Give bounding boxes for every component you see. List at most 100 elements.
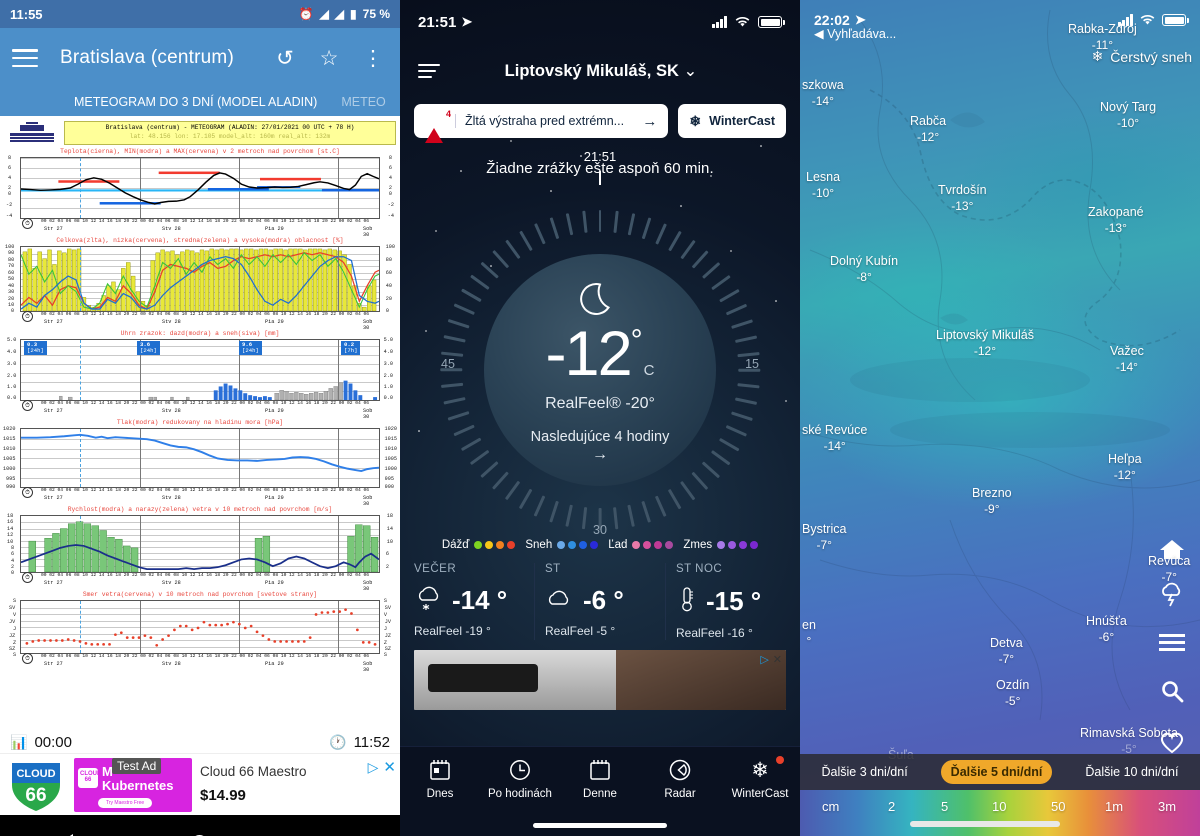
tab-hourly[interactable]: Po hodinách [480, 757, 560, 800]
tab-meteogram-next[interactable]: METEO [329, 95, 397, 109]
map-label-helpa[interactable]: Heľpa -12° [1108, 452, 1142, 483]
tab-daily[interactable]: Denne [560, 757, 640, 800]
city-temp: -7° [1161, 569, 1177, 584]
storm-icon[interactable] [1159, 581, 1185, 612]
map-label-hnusta[interactable]: Hnúšťa -6° [1086, 614, 1127, 645]
hamburger-icon[interactable] [12, 49, 38, 67]
meteogram-chart-area[interactable]: Bratislava (centrum) - METEOGRAM (ALADIN… [0, 116, 400, 732]
chart-wind-direction: Smer vetra(cervena) v 10 metroch nad pov… [2, 590, 398, 674]
precip-badge-1: 3.6 [24h] [137, 341, 160, 356]
ad-banner[interactable]: ▷ ✕ [414, 650, 786, 710]
current-conditions-dial[interactable]: 21:51 45 15 30 -12°C RealFeel® -20° Nasl… [435, 149, 765, 537]
more-vertical-icon[interactable]: ⋮ [358, 48, 388, 69]
status-icons: ⏰ ◢ ◢ ▮ 75 % [299, 7, 390, 21]
star-icon[interactable]: ☆ [314, 48, 344, 69]
legend-rain: Dážď [442, 539, 516, 551]
back-to-search-link[interactable]: ◀ Vyhľadáva... [814, 26, 896, 41]
refresh-icon[interactable]: ↺ [270, 48, 300, 69]
temperature-unit: C [643, 362, 655, 379]
map-label-ruzomberok-revuce[interactable]: ské Revúce -14° [802, 423, 867, 454]
range-10-days[interactable]: Ďalšie 10 dni/dní [1075, 760, 1188, 784]
map-label-zvolen[interactable]: en ° [802, 618, 816, 649]
fresh-snow-layer-label[interactable]: ❄ Čerstvý sneh [1092, 48, 1192, 65]
map-label-brezno[interactable]: Brezno -9° [972, 486, 1012, 517]
chart-precipitation-title: Uhrn zrazok: dazd(modra) a sneh(siva) [m… [120, 330, 280, 338]
city-name: Rabča [910, 114, 947, 128]
chart-temperature: Teplota(cierna), MIN(modra) a MAX(cerven… [2, 147, 398, 238]
ad-banner[interactable]: CLOUD 66 CLOUD 66 M Kubernetes Try Maestr… [0, 753, 400, 815]
map-label-novy-targ[interactable]: Nový Targ -10° [1100, 100, 1156, 131]
tab-radar[interactable]: Radar [640, 757, 720, 800]
chart-pressure-title: Tlak(modra) redukovany na hladinu mora [… [116, 419, 284, 427]
screenshot-root: 11:55 ⏰ ◢ ◢ ▮ 75 % Bratislava (centrum) … [0, 0, 1200, 836]
day-label-3f: Sob 30 [363, 661, 373, 674]
meteogram-title-line2: lat: 48.156 lon: 17.105 model_alt: 160m … [129, 133, 331, 140]
tab-meteogram-3d[interactable]: METEOGRAM DO 3 DNÍ (MODEL ALADIN) [62, 95, 329, 109]
snowflake-icon: ❄ [1091, 48, 1104, 64]
city-name: ské Revúce [802, 423, 868, 437]
map-label-ozdin[interactable]: Ozdín -5° [996, 678, 1029, 709]
app-bar: Bratislava (centrum) ↺ ☆ ⋮ [0, 28, 400, 88]
chevron-down-icon: ⌄ [683, 62, 698, 80]
scale-stop-3: 50 [1051, 799, 1066, 814]
tab-today[interactable]: Dnes [400, 757, 480, 800]
location-selector[interactable]: Liptovský Mikuláš, SK ⌄ [420, 61, 782, 81]
map-label-dolny-kubin[interactable]: Dolný Kubín -8° [830, 254, 898, 285]
chart-wind-direction-xaxis: ⏱ 00 02 04 06 08 10 12 14 16 18 20 22 00… [20, 653, 380, 674]
chart-cloudiness-xaxis: ⏱ 00 02 04 06 08 10 12 14 16 18 20 22 00… [20, 311, 380, 331]
map-label-vazec[interactable]: Važec -14° [1110, 344, 1144, 375]
map-label-detva[interactable]: Detva -7° [990, 636, 1023, 667]
chart-pressure: Tlak(modra) redukovany na hladinu mora [… [3, 419, 397, 508]
city-temp: -12° [973, 343, 997, 358]
weather-alert-button[interactable]: 4 Žltá výstraha pred extrémn... → [414, 104, 669, 143]
range-5-days[interactable]: Ďalšie 5 dni/dní [940, 760, 1053, 784]
legend-snow-label: Sneh [525, 539, 553, 551]
map-label-szkowa[interactable]: szkowa -14° [802, 78, 844, 109]
precip-badge-3-period: [7h] [344, 347, 358, 355]
scale-stop-1: 5 [941, 799, 949, 814]
city-name: szkowa [802, 78, 844, 92]
clock-icon: 🕐 [329, 734, 347, 750]
tab-wintercast[interactable]: ❄ WinterCast [720, 756, 800, 800]
panel-snow-map[interactable]: 22:02 ➤ ◀ Vyhľadáva... ❄ Čerstvý sneh Ra… [800, 0, 1200, 836]
map-label-liptovsky-mikulas[interactable]: Liptovský Mikuláš -12° [936, 328, 1034, 359]
favorite-icon[interactable] [1159, 730, 1185, 759]
chart-precipitation: Uhrn zrazok: dazd(modra) a sneh(siva) [m… [2, 329, 398, 420]
wind-direction-series [25, 608, 377, 648]
day-label-2e: Pia 29 [265, 580, 284, 587]
map-label-rabca[interactable]: Rabča -12° [910, 114, 946, 145]
map-label-banska-bystrica[interactable]: Bystrica -7° [802, 522, 846, 553]
map-label-revuca[interactable]: Revúca -7° [1148, 554, 1190, 585]
close-icon[interactable]: ✕ [383, 758, 396, 776]
city-temp: -10° [1116, 115, 1140, 130]
wintercast-button[interactable]: ❄ WinterCast [678, 104, 786, 138]
adchoices-icon[interactable]: ▷ [760, 653, 768, 666]
battery-icon [1162, 14, 1189, 26]
map-label-lesna[interactable]: Lesna -10° [806, 170, 840, 201]
wifi-icon [1140, 15, 1155, 25]
tab-label: WinterCast [731, 788, 789, 800]
range-3-days[interactable]: Ďalšie 3 dni/dní [812, 760, 918, 784]
city-temp: -12° [916, 129, 940, 144]
card-temp: -15 ° [706, 586, 762, 616]
next-hours-link[interactable]: Nasledujúce 4 hodiny → [435, 429, 765, 464]
card-label: ST [545, 563, 561, 575]
city-name: Heľpa [1108, 452, 1142, 466]
forecast-card-wed-night[interactable]: ST NOC -15 ° RealFeel -16 ° [665, 563, 796, 640]
map-label-zakopane[interactable]: Zakopané -13° [1088, 205, 1144, 236]
city-temp: -5° [1004, 693, 1021, 708]
menu-icon[interactable] [1159, 634, 1185, 657]
ad-product-image [428, 664, 538, 692]
search-icon[interactable] [1160, 679, 1184, 708]
chart-icon: 📊 [10, 734, 28, 750]
shmu-logo-icon [6, 121, 58, 145]
close-icon[interactable]: ✕ [773, 653, 782, 666]
scale-stop-2: 10 [992, 799, 1007, 814]
radar-icon [640, 757, 720, 783]
map-label-tvrdosin[interactable]: Tvrdošín -13° [938, 183, 987, 214]
forecast-card-evening[interactable]: VEČER -14 ° RealFeel -19 ° [404, 563, 534, 640]
battery-icon: ▮ [350, 7, 357, 21]
adchoices-icon[interactable]: ▷ [368, 759, 379, 776]
forecast-card-wed[interactable]: ST -6 ° RealFeel -5 ° [534, 563, 665, 640]
calendar-icon [560, 757, 640, 783]
